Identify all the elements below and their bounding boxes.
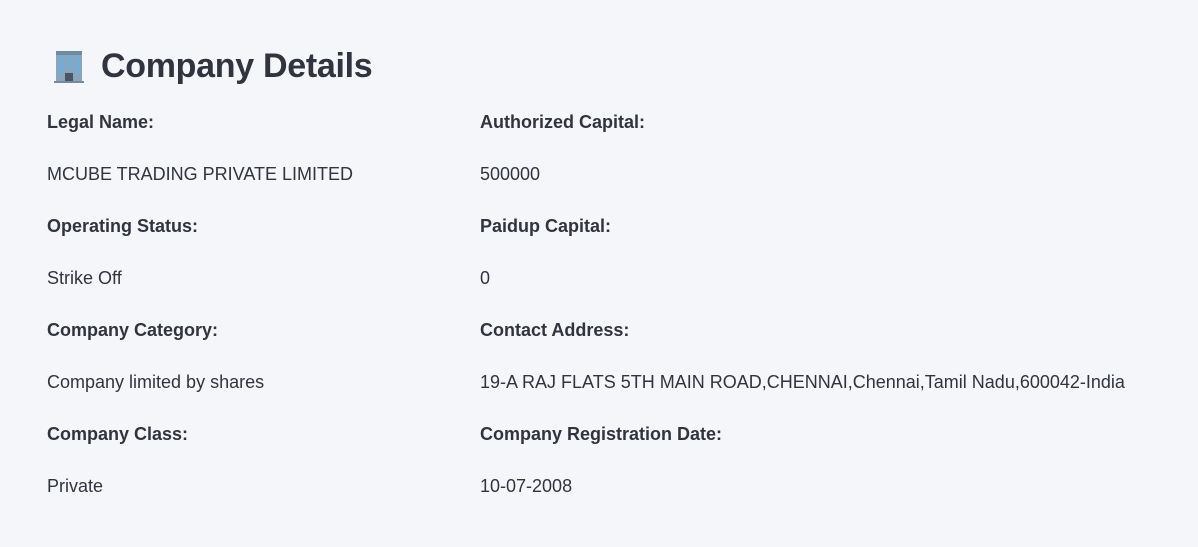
contact-address-value: 19-A RAJ FLATS 5TH MAIN ROAD,CHENNAI,Che…: [480, 371, 1125, 392]
paidup-capital-label: Paidup Capital:: [480, 215, 612, 236]
paidup-capital-value: 0: [480, 267, 491, 288]
registration-date-label: Company Registration Date:: [480, 423, 723, 444]
title-row: Company Details: [51, 44, 1198, 88]
contact-address-label: Contact Address:: [480, 319, 630, 340]
company-class-label: Company Class:: [47, 423, 189, 444]
legal-name-value: MCUBE TRADING PRIVATE LIMITED: [47, 163, 354, 184]
legal-name-label: Legal Name:: [47, 111, 155, 132]
operating-status-label: Operating Status:: [47, 215, 199, 236]
company-category-label: Company Category:: [47, 319, 219, 340]
operating-status-value: Strike Off: [47, 267, 122, 288]
authorized-capital-label: Authorized Capital:: [480, 111, 645, 132]
office-building-icon: [51, 48, 87, 84]
company-class-value: Private: [47, 475, 104, 496]
authorized-capital-value: 500000: [480, 163, 541, 184]
company-category-value: Company limited by shares: [47, 371, 265, 392]
company-details-panel: Company Details Legal Name: Authorized C…: [0, 0, 1198, 547]
page-title: Company Details: [101, 46, 373, 85]
registration-date-value: 10-07-2008: [480, 475, 573, 496]
